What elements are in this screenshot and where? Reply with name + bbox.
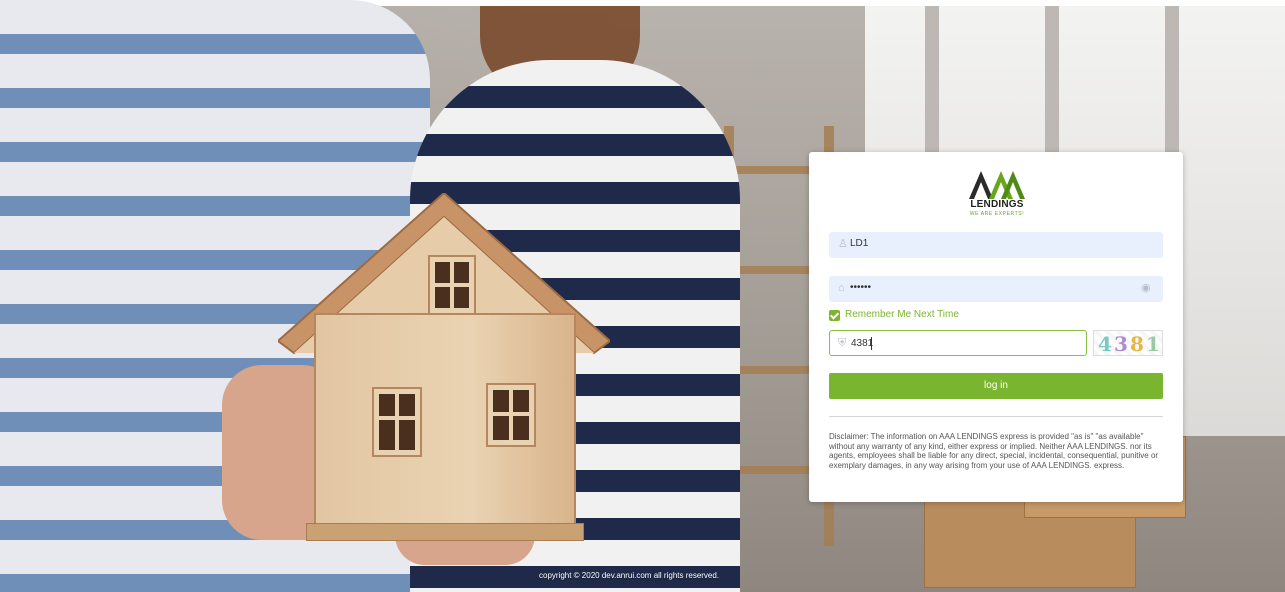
- wooden-house-model: [278, 193, 610, 553]
- copyright-footer: copyright © 2020 dev.anrui.com all right…: [539, 571, 720, 580]
- logo-mark-icon: [969, 171, 1025, 199]
- captcha-digit: 8: [1130, 332, 1144, 356]
- house-window-right: [488, 385, 534, 445]
- shield-icon: ⛨: [838, 337, 847, 349]
- divider: [829, 416, 1163, 417]
- user-icon: ♙: [838, 238, 848, 250]
- password-value: ••••••: [850, 282, 872, 293]
- text-cursor: [871, 337, 872, 350]
- captcha-input[interactable]: ⛨ 4381: [829, 330, 1087, 356]
- disclaimer-text: Disclaimer: The information on AAA LENDI…: [829, 432, 1159, 470]
- house-window-top: [430, 257, 474, 313]
- house-base: [306, 523, 584, 541]
- eye-icon[interactable]: ◉: [1141, 282, 1153, 294]
- password-field[interactable]: ⌂ •••••• ◉: [829, 276, 1163, 302]
- login-button[interactable]: log in: [829, 373, 1163, 399]
- login-card: LENDINGS WE ARE EXPERTS! ♙ LD1 ⌂ •••••• …: [809, 152, 1183, 502]
- username-field[interactable]: ♙ LD1: [829, 232, 1163, 258]
- captcha-value: 4381: [851, 338, 874, 349]
- captcha-digit: 3: [1114, 332, 1128, 356]
- company-logo: LENDINGS WE ARE EXPERTS!: [967, 169, 1027, 217]
- remember-label: Remember Me Next Time: [845, 309, 959, 320]
- remember-checkbox[interactable]: [829, 310, 840, 321]
- house-window-left: [374, 389, 420, 455]
- logo-tagline: WE ARE EXPERTS!: [969, 211, 1025, 217]
- logo-wordmark: LENDINGS: [970, 199, 1024, 210]
- captcha-digit: 4: [1098, 332, 1112, 356]
- username-value: LD1: [850, 238, 869, 249]
- house-body: [314, 313, 576, 532]
- captcha-digit: 1: [1146, 332, 1160, 356]
- lock-icon: ⌂: [838, 282, 845, 294]
- captcha-image[interactable]: 4 3 8 1: [1093, 330, 1163, 356]
